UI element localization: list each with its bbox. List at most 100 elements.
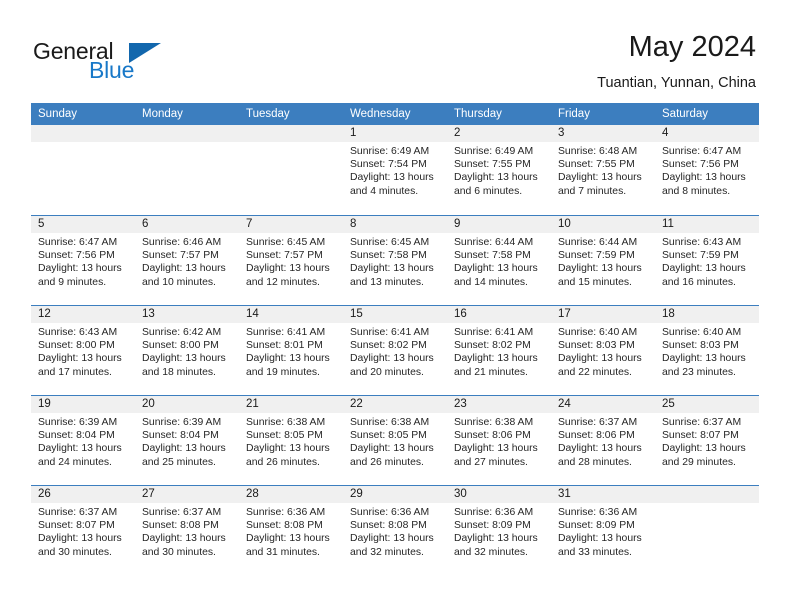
day-daylight-l2-text: and 32 minutes. xyxy=(350,546,424,558)
day-sunrise-text: Sunrise: 6:38 AM xyxy=(350,417,430,428)
day-sunset-text: Sunset: 7:56 PM xyxy=(662,159,739,171)
day-details: Sunrise: 6:41 AM Sunset: 8:01 PM Daylight:… xyxy=(239,323,343,379)
calendar-day-cell[interactable]: 14 Sunrise: 6:41 AM Sunset: 8:01 PM Dayligh… xyxy=(239,306,343,395)
calendar-day-cell[interactable]: 27 Sunrise: 6:37 AM Sunset: 8:08 PM Dayligh… xyxy=(135,486,239,575)
day-daylight-l2-text: and 7 minutes. xyxy=(558,185,627,197)
day-sunset-text: Sunset: 8:06 PM xyxy=(558,430,635,442)
calendar-day-cell[interactable]: 26 Sunrise: 6:37 AM Sunset: 8:07 PM Dayligh… xyxy=(31,486,135,575)
calendar-day-cell[interactable]: 30 Sunrise: 6:36 AM Sunset: 8:09 PM Dayligh… xyxy=(447,486,551,575)
calendar-day-cell[interactable]: 7 Sunrise: 6:45 AM Sunset: 7:57 PM Daylight… xyxy=(239,216,343,305)
day-number: 19 xyxy=(31,396,135,413)
calendar-day-cell[interactable]: 1 Sunrise: 6:49 AM Sunset: 7:54 PM Daylight… xyxy=(343,125,447,215)
calendar-day-cell-empty xyxy=(135,125,239,215)
calendar-day-cell[interactable]: 2 Sunrise: 6:49 AM Sunset: 7:55 PM Daylight… xyxy=(447,125,551,215)
page-subtitle: Tuantian, Yunnan, China xyxy=(597,75,756,91)
day-daylight-l1-text: Daylight: 13 hours xyxy=(246,353,330,365)
day-daylight-l2-text: and 14 minutes. xyxy=(454,276,528,288)
calendar-day-cell[interactable]: 22 Sunrise: 6:38 AM Sunset: 8:05 PM Dayligh… xyxy=(343,396,447,485)
day-daylight-l1-text: Daylight: 13 hours xyxy=(142,353,226,365)
day-sunrise-text: Sunrise: 6:41 AM xyxy=(454,327,534,338)
calendar-day-cell[interactable]: 19 Sunrise: 6:39 AM Sunset: 8:04 PM Dayligh… xyxy=(31,396,135,485)
day-sunset-text: Sunset: 8:07 PM xyxy=(38,520,115,532)
day-daylight-l2-text: and 26 minutes. xyxy=(246,456,320,468)
day-number: 4 xyxy=(655,125,759,142)
day-details: Sunrise: 6:38 AM Sunset: 8:05 PM Daylight:… xyxy=(343,413,447,469)
day-daylight-l2-text: and 31 minutes. xyxy=(246,546,320,558)
day-details: Sunrise: 6:40 AM Sunset: 8:03 PM Daylight:… xyxy=(655,323,759,379)
calendar-day-cell[interactable]: 3 Sunrise: 6:48 AM Sunset: 7:55 PM Daylight… xyxy=(551,125,655,215)
calendar-day-cell[interactable]: 12 Sunrise: 6:43 AM Sunset: 8:00 PM Dayligh… xyxy=(31,306,135,395)
day-number: 3 xyxy=(551,125,655,142)
day-sunrise-text: Sunrise: 6:37 AM xyxy=(142,507,222,518)
day-number: 10 xyxy=(551,216,655,233)
day-daylight-l1-text: Daylight: 13 hours xyxy=(246,533,330,545)
day-details: Sunrise: 6:47 AM Sunset: 7:56 PM Daylight:… xyxy=(655,142,759,198)
brand-name-blue: Blue xyxy=(89,57,135,83)
day-daylight-l1-text: Daylight: 13 hours xyxy=(558,172,642,184)
day-daylight-l1-text: Daylight: 13 hours xyxy=(454,263,538,275)
day-daylight-l2-text: and 20 minutes. xyxy=(350,366,424,378)
day-daylight-l2-text: and 6 minutes. xyxy=(454,185,523,197)
calendar-day-cell[interactable]: 29 Sunrise: 6:36 AM Sunset: 8:08 PM Dayligh… xyxy=(343,486,447,575)
day-details: Sunrise: 6:36 AM Sunset: 8:09 PM Daylight:… xyxy=(551,503,655,559)
day-sunrise-text: Sunrise: 6:42 AM xyxy=(142,327,222,338)
day-details: Sunrise: 6:37 AM Sunset: 8:08 PM Daylight:… xyxy=(135,503,239,559)
day-details: Sunrise: 6:45 AM Sunset: 7:58 PM Daylight:… xyxy=(343,233,447,289)
day-daylight-l2-text: and 27 minutes. xyxy=(454,456,528,468)
title-block: May 2024 Tuantian, Yunnan, China xyxy=(597,30,756,93)
day-daylight-l1-text: Daylight: 13 hours xyxy=(662,263,746,275)
calendar-day-cell[interactable]: 11 Sunrise: 6:43 AM Sunset: 7:59 PM Dayligh… xyxy=(655,216,759,305)
day-details: Sunrise: 6:49 AM Sunset: 7:54 PM Daylight:… xyxy=(343,142,447,198)
day-number: 27 xyxy=(135,486,239,503)
calendar-day-cell[interactable]: 16 Sunrise: 6:41 AM Sunset: 8:02 PM Dayligh… xyxy=(447,306,551,395)
calendar-day-cell-empty xyxy=(239,125,343,215)
calendar-day-cell[interactable]: 10 Sunrise: 6:44 AM Sunset: 7:59 PM Dayligh… xyxy=(551,216,655,305)
calendar-day-cell[interactable]: 13 Sunrise: 6:42 AM Sunset: 8:00 PM Dayligh… xyxy=(135,306,239,395)
day-daylight-l2-text: and 10 minutes. xyxy=(142,276,216,288)
day-details: Sunrise: 6:43 AM Sunset: 7:59 PM Daylight:… xyxy=(655,233,759,289)
calendar-grid: Sunday Monday Tuesday Wednesday Thursday Frid… xyxy=(31,103,759,575)
calendar-day-cell[interactable]: 15 Sunrise: 6:41 AM Sunset: 8:02 PM Dayligh… xyxy=(343,306,447,395)
day-details: Sunrise: 6:41 AM Sunset: 8:02 PM Daylight:… xyxy=(343,323,447,379)
calendar-day-cell[interactable]: 31 Sunrise: 6:36 AM Sunset: 8:09 PM Dayligh… xyxy=(551,486,655,575)
calendar-day-cell[interactable]: 17 Sunrise: 6:40 AM Sunset: 8:03 PM Dayligh… xyxy=(551,306,655,395)
day-number: 15 xyxy=(343,306,447,323)
day-daylight-l2-text: and 17 minutes. xyxy=(38,366,112,378)
day-daylight-l1-text: Daylight: 13 hours xyxy=(350,533,434,545)
calendar-day-cell[interactable]: 24 Sunrise: 6:37 AM Sunset: 8:06 PM Dayligh… xyxy=(551,396,655,485)
calendar-day-cell[interactable]: 18 Sunrise: 6:40 AM Sunset: 8:03 PM Dayligh… xyxy=(655,306,759,395)
day-daylight-l1-text: Daylight: 13 hours xyxy=(558,353,642,365)
calendar-day-cell[interactable]: 28 Sunrise: 6:36 AM Sunset: 8:08 PM Dayligh… xyxy=(239,486,343,575)
calendar-day-cell[interactable]: 9 Sunrise: 6:44 AM Sunset: 7:58 PM Daylight… xyxy=(447,216,551,305)
calendar-day-cell[interactable]: 6 Sunrise: 6:46 AM Sunset: 7:57 PM Daylight… xyxy=(135,216,239,305)
day-number: 21 xyxy=(239,396,343,413)
calendar-day-cell-empty xyxy=(655,486,759,575)
day-daylight-l2-text: and 16 minutes. xyxy=(662,276,736,288)
day-number: 14 xyxy=(239,306,343,323)
calendar-week-row: 12 Sunrise: 6:43 AM Sunset: 8:00 PM Dayligh… xyxy=(31,305,759,395)
calendar-day-cell[interactable]: 25 Sunrise: 6:37 AM Sunset: 8:07 PM Dayligh… xyxy=(655,396,759,485)
day-sunset-text: Sunset: 7:59 PM xyxy=(662,250,739,262)
day-sunrise-text: Sunrise: 6:36 AM xyxy=(350,507,430,518)
day-daylight-l1-text: Daylight: 13 hours xyxy=(142,263,226,275)
day-number: 31 xyxy=(551,486,655,503)
day-sunrise-text: Sunrise: 6:40 AM xyxy=(662,327,742,338)
weekday-header-row: Sunday Monday Tuesday Wednesday Thursday Frid… xyxy=(31,103,759,125)
calendar-day-cell[interactable]: 21 Sunrise: 6:38 AM Sunset: 8:05 PM Dayligh… xyxy=(239,396,343,485)
day-number: 1 xyxy=(343,125,447,142)
day-sunrise-text: Sunrise: 6:49 AM xyxy=(350,146,430,157)
calendar-day-cell[interactable]: 8 Sunrise: 6:45 AM Sunset: 7:58 PM Daylight… xyxy=(343,216,447,305)
calendar-day-cell[interactable]: 5 Sunrise: 6:47 AM Sunset: 7:56 PM Daylight… xyxy=(31,216,135,305)
general-blue-logo[interactable]: General Blue xyxy=(33,38,273,88)
calendar-day-cell[interactable]: 20 Sunrise: 6:39 AM Sunset: 8:04 PM Dayligh… xyxy=(135,396,239,485)
day-details: Sunrise: 6:40 AM Sunset: 8:03 PM Daylight:… xyxy=(551,323,655,379)
day-number: 2 xyxy=(447,125,551,142)
day-sunset-text: Sunset: 8:05 PM xyxy=(246,430,323,442)
calendar-day-cell[interactable]: 4 Sunrise: 6:47 AM Sunset: 7:56 PM Daylight… xyxy=(655,125,759,215)
calendar-day-cell[interactable]: 23 Sunrise: 6:38 AM Sunset: 8:06 PM Dayligh… xyxy=(447,396,551,485)
day-number: 7 xyxy=(239,216,343,233)
page-header: General Blue May 2024 Tuantian, Yunnan, … xyxy=(0,0,792,100)
day-daylight-l2-text: and 29 minutes. xyxy=(662,456,736,468)
day-daylight-l2-text: and 12 minutes. xyxy=(246,276,320,288)
day-daylight-l1-text: Daylight: 13 hours xyxy=(558,263,642,275)
